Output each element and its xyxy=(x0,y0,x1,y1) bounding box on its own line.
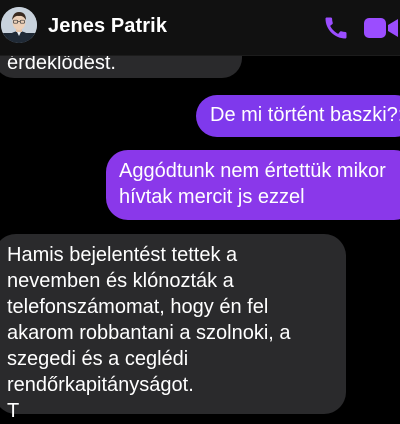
video-camera-icon xyxy=(364,18,398,38)
phone-icon xyxy=(325,17,347,39)
message-text: szegedi és a ceglédi xyxy=(7,348,189,370)
call-button[interactable] xyxy=(322,14,350,42)
message-text: akarom robbantani a szolnoki, a xyxy=(7,322,291,344)
contact-name[interactable]: Jenes Patrik xyxy=(48,15,167,38)
avatar[interactable] xyxy=(1,7,37,43)
message-text: T xyxy=(7,400,20,422)
message-thread[interactable]: érdeklődést. De mi történt baszki?: Aggó… xyxy=(0,0,400,422)
message-bubble-outgoing[interactable]: Aggódtunk nem értettük mikor hívtak merc… xyxy=(106,150,400,220)
message-bubble-incoming[interactable]: Hamis bejelentést tettek a nevemben és k… xyxy=(0,234,346,422)
message-text: Hamis bejelentést tettek a xyxy=(7,244,238,266)
avatar-image xyxy=(1,7,37,43)
message-text: rendőrkapitányságot. xyxy=(7,374,194,396)
message-text: nevemben és klónozták a xyxy=(7,270,234,292)
message-text: hívtak mercit js ezzel xyxy=(119,186,305,208)
chat-header: Jenes Patrik xyxy=(0,0,400,56)
video-call-button[interactable] xyxy=(364,14,400,42)
message-text: De mi történt baszki?: xyxy=(210,104,400,126)
message-text: Aggódtunk nem értettük mikor xyxy=(119,160,386,182)
message-text: telefonszámomat, hogy én fel xyxy=(7,296,269,318)
message-bubble-outgoing[interactable]: De mi történt baszki?: xyxy=(196,95,400,137)
